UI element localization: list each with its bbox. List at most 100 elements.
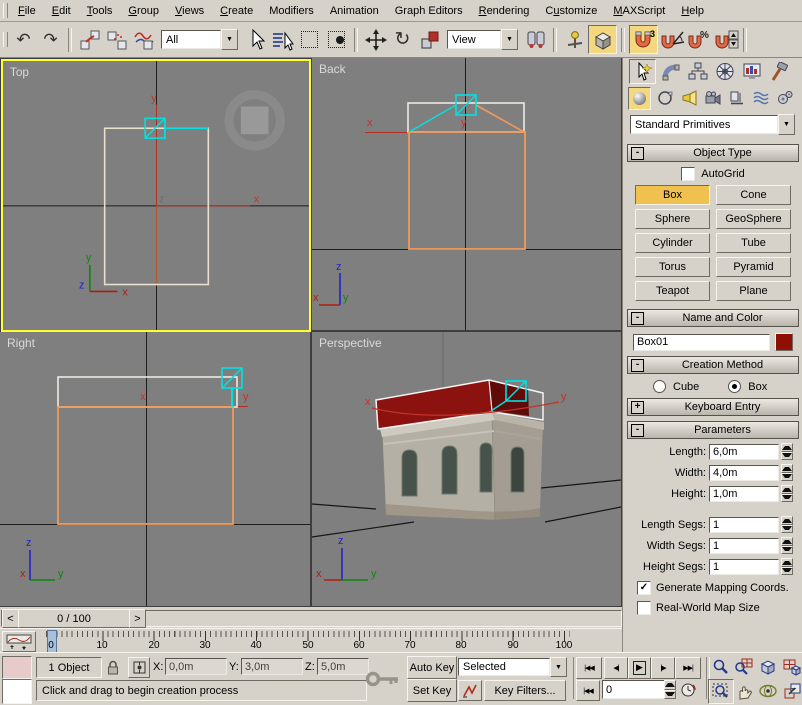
z-coord-field[interactable]: 5,0m (317, 658, 369, 675)
viewport-label[interactable]: Right (7, 336, 36, 350)
viewport-top[interactable]: y x z y x z Top (1, 59, 311, 332)
zoom-button[interactable] (708, 655, 732, 678)
tab-motion[interactable] (712, 60, 737, 83)
reference-coordinate-system-dropdown[interactable]: View ▼ (447, 29, 518, 50)
viewport-back[interactable]: x y z x y Back (312, 58, 621, 330)
default-tangent-button[interactable] (458, 680, 482, 701)
rollout-object-type-header[interactable]: - Object Type (627, 144, 799, 162)
undo-button[interactable]: ↶ (10, 26, 37, 53)
length-spinner[interactable] (781, 443, 793, 460)
width-segs-spinner[interactable] (781, 537, 793, 554)
category-dropdown-arrow[interactable]: ▼ (778, 114, 795, 135)
object-button-geosphere[interactable]: GeoSphere (716, 209, 791, 229)
menu-modifiers[interactable]: Modifiers (261, 3, 322, 19)
object-button-cylinder[interactable]: Cylinder (635, 233, 710, 253)
next-frame-button[interactable]: |▶ (651, 657, 675, 679)
selection-filter-dropdown[interactable]: All ▼ (161, 29, 238, 50)
angle-snap-button[interactable] (658, 26, 685, 53)
menu-file[interactable]: File (10, 3, 44, 19)
select-and-rotate-button[interactable]: ↻ (389, 26, 416, 53)
select-and-manipulate-button[interactable] (561, 26, 588, 53)
selected-box-wireframe-back-view[interactable] (409, 132, 525, 249)
radio-box[interactable] (728, 380, 741, 393)
length-segs-field[interactable]: 1 (709, 517, 779, 533)
rollout-creation-method-header[interactable]: - Creation Method (627, 356, 799, 374)
menu-animation[interactable]: Animation (322, 3, 387, 19)
length-field[interactable]: 6,0m (709, 444, 779, 460)
object-button-cone[interactable]: Cone (716, 185, 791, 205)
select-and-move-button[interactable] (362, 26, 389, 53)
zoom-extents-button[interactable] (756, 655, 780, 678)
play-button[interactable]: ▶ (628, 657, 651, 679)
height-segs-spinner[interactable] (781, 558, 793, 575)
object-button-pyramid[interactable]: Pyramid (716, 257, 791, 277)
previous-frame-button[interactable]: ◀| (604, 657, 628, 679)
use-pivot-point-center-button[interactable] (522, 26, 549, 53)
menu-group[interactable]: Group (120, 3, 167, 19)
rollout-name-color-header[interactable]: - Name and Color (627, 309, 799, 327)
min-max-toggle-button[interactable] (780, 679, 802, 702)
frame-spinner[interactable] (664, 680, 676, 699)
menu-graph-editors[interactable]: Graph Editors (387, 3, 471, 19)
pan-button[interactable] (732, 679, 756, 702)
maxscript-mini-listener-white[interactable] (2, 679, 32, 704)
object-button-teapot[interactable]: Teapot (635, 281, 710, 301)
viewport-right[interactable]: x y z x y Right (0, 332, 310, 606)
menu-create[interactable]: Create (212, 3, 261, 19)
length-segs-spinner[interactable] (781, 516, 793, 533)
rectangular-selection-region-button[interactable] (296, 26, 323, 53)
height-segs-field[interactable]: 1 (709, 559, 779, 575)
current-frame-field[interactable]: 0 (602, 680, 666, 699)
subcat-systems[interactable] (774, 88, 795, 109)
object-color-swatch[interactable] (775, 333, 793, 351)
key-filters-button[interactable]: Key Filters... (484, 680, 566, 701)
height-field[interactable]: 1,0m (709, 486, 779, 502)
tab-display[interactable] (739, 60, 764, 83)
menu-edit[interactable]: Edit (44, 3, 79, 19)
arc-rotate-button[interactable] (756, 679, 780, 702)
rollout-keyboard-entry-header[interactable]: + Keyboard Entry (627, 398, 799, 416)
snaps-toggle-button[interactable] (588, 25, 617, 54)
menu-rendering[interactable]: Rendering (471, 3, 538, 19)
subcat-space-warps[interactable] (750, 88, 771, 109)
viewcube-faded[interactable] (229, 95, 280, 146)
redo-button[interactable]: ↷ (37, 26, 64, 53)
zoom-region-button[interactable] (708, 679, 734, 704)
viewport-label[interactable]: Top (10, 65, 29, 79)
time-slider-handle[interactable]: 0 / 100 (18, 609, 130, 628)
maxscript-mini-listener-pink[interactable] (2, 656, 32, 679)
toolbar-drag-handle[interactable] (3, 32, 8, 47)
object-button-plane[interactable]: Plane (716, 281, 791, 301)
menu-help[interactable]: Help (673, 3, 712, 19)
zoom-all-button[interactable] (732, 655, 756, 678)
snap-toggle-button[interactable]: 3 (629, 25, 658, 54)
time-slider-prev-button[interactable]: < (2, 609, 19, 628)
menu-maxscript[interactable]: MAXScript (605, 3, 673, 19)
width-field[interactable]: 4,0m (709, 465, 779, 481)
spinner-snap-button[interactable] (712, 26, 739, 53)
key-mode-toggle-button[interactable]: |◀◀ (576, 680, 600, 701)
width-spinner[interactable] (781, 464, 793, 481)
y-coord-field[interactable]: 3,0m (241, 658, 303, 675)
object-button-torus[interactable]: Torus (635, 257, 710, 277)
viewport-perspective[interactable]: x y z x y Perspective (312, 332, 621, 606)
select-and-scale-button[interactable] (416, 26, 443, 53)
autogrid-checkbox[interactable] (681, 167, 695, 181)
radio-cube[interactable] (653, 380, 666, 393)
absolute-offset-mode-toggle[interactable] (128, 657, 150, 678)
selection-set-dropdown[interactable]: Selected ▼ (458, 657, 567, 677)
subcat-shapes[interactable] (654, 88, 675, 109)
rollout-parameters-header[interactable]: - Parameters (627, 421, 799, 439)
subcat-cameras[interactable] (702, 88, 723, 109)
subcat-lights[interactable] (678, 88, 699, 109)
select-by-name-button[interactable] (269, 26, 296, 53)
window-crossing-button[interactable] (323, 26, 350, 53)
house-model[interactable] (380, 412, 544, 520)
menu-customize[interactable]: Customize (537, 3, 605, 19)
select-object-button[interactable] (242, 26, 269, 53)
tab-modify[interactable] (658, 60, 683, 83)
tab-utilities[interactable] (766, 60, 791, 83)
object-button-tube[interactable]: Tube (716, 233, 791, 253)
category-dropdown[interactable]: Standard Primitives ▼ (630, 114, 795, 135)
unlink-selection-button[interactable] (103, 26, 130, 53)
